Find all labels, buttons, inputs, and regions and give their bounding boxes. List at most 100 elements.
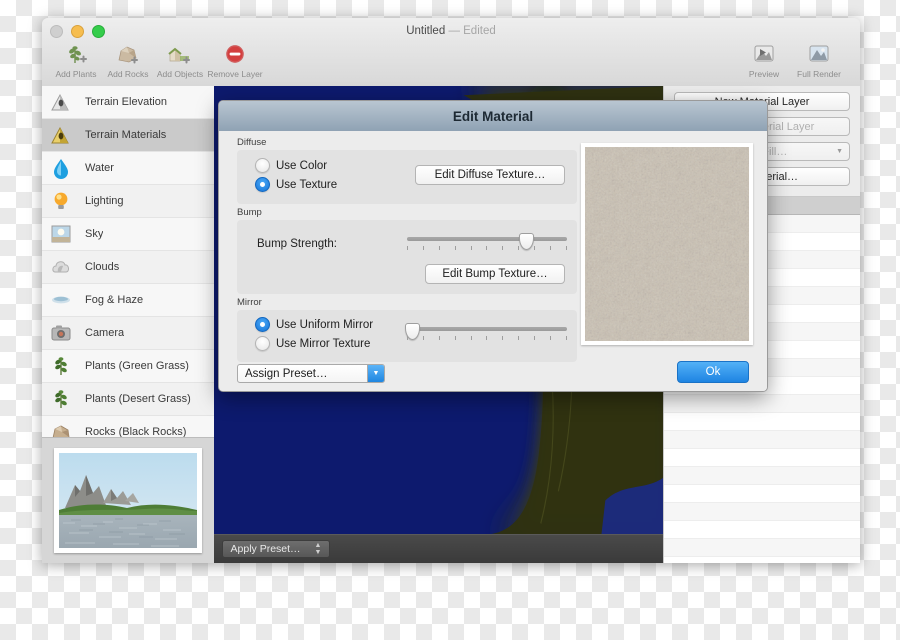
- sidebar-item-label: Water: [85, 162, 114, 174]
- toolbar-preview-label: Preview: [748, 69, 780, 79]
- sidebar-item-label: Lighting: [85, 195, 124, 207]
- toolbar-add-objects[interactable]: Add Objects: [154, 40, 206, 79]
- list-item[interactable]: [664, 395, 860, 413]
- assign-preset-label: Assign Preset…: [245, 367, 328, 380]
- lightbulb-icon: [50, 190, 76, 212]
- sidebar-item-label: Sky: [85, 228, 104, 240]
- apply-preset-popup[interactable]: Apply Preset… ▲ ▼: [222, 540, 330, 558]
- slider-ticks: [407, 246, 567, 250]
- sidebar-item-label: Clouds: [85, 261, 120, 273]
- terrain-elevation-icon: [50, 91, 76, 113]
- use-mirror-texture-radio-row[interactable]: Use Mirror Texture: [255, 336, 373, 351]
- radio-on-icon[interactable]: [255, 177, 270, 192]
- use-color-label: Use Color: [276, 159, 328, 172]
- sidebar-item-sky[interactable]: Sky: [42, 218, 214, 251]
- toolbar-preview[interactable]: Preview: [738, 40, 790, 79]
- list-item[interactable]: [664, 557, 860, 563]
- radio-off-icon[interactable]: [255, 158, 270, 173]
- list-item[interactable]: [664, 431, 860, 449]
- chevron-updown-icon: ▲ ▼: [314, 542, 322, 556]
- sidebar-item-clouds[interactable]: Clouds: [42, 251, 214, 284]
- scene-thumbnail-well: [42, 437, 214, 563]
- sidebar-item-label: Terrain Materials: [85, 129, 167, 141]
- edit-bump-texture-button[interactable]: Edit Bump Texture…: [425, 264, 565, 284]
- edit-diffuse-texture-button[interactable]: Edit Diffuse Texture…: [415, 165, 565, 185]
- toolbar-right: Preview Full Render: [738, 40, 848, 79]
- sidebar-item-label: Plants (Green Grass): [85, 360, 189, 372]
- edit-material-dialog: Edit Material Diffuse Use Color Use Text…: [218, 100, 768, 392]
- application-window: Untitled — Edited Add Plants Add Rocks A…: [42, 18, 860, 563]
- assign-preset-popup[interactable]: Assign Preset… ▼: [237, 364, 385, 383]
- edit-diffuse-texture-label: Edit Diffuse Texture…: [434, 169, 546, 181]
- list-item[interactable]: [664, 521, 860, 539]
- toolbar-add-rocks[interactable]: Add Rocks: [102, 40, 154, 79]
- bump-strength-slider[interactable]: [407, 232, 567, 254]
- slider-track: [407, 237, 567, 241]
- plant-icon: [50, 388, 76, 410]
- sidebar-item-terrain-materials[interactable]: Terrain Materials: [42, 119, 214, 152]
- dialog-footer: Assign Preset… ▼ Ok: [219, 357, 767, 391]
- viewport-bottom-bar: Apply Preset… ▲ ▼: [214, 534, 664, 563]
- slider-track: [407, 327, 567, 331]
- list-item[interactable]: [664, 449, 860, 467]
- bump-group: Bump Bump Strength: Edit Bump Texture…: [237, 207, 577, 294]
- window-title-text: Untitled: [406, 25, 446, 37]
- object-plus-icon: [154, 40, 206, 66]
- sidebar-item-label: Terrain Elevation: [85, 96, 167, 108]
- slider-ticks: [407, 336, 567, 340]
- dialog-title: Edit Material: [219, 101, 767, 132]
- radio-off-icon[interactable]: [255, 336, 270, 351]
- use-color-radio-row[interactable]: Use Color: [255, 158, 337, 173]
- use-texture-label: Use Texture: [276, 178, 338, 191]
- cloud-icon: [50, 256, 76, 278]
- remove-layer-icon: [206, 40, 264, 66]
- plant-plus-icon: [50, 40, 102, 66]
- mirror-group-label: Mirror: [237, 297, 262, 308]
- list-item[interactable]: [664, 413, 860, 431]
- list-item[interactable]: [664, 467, 860, 485]
- sidebar-item-plants-desert-grass[interactable]: Plants (Desert Grass): [42, 383, 214, 416]
- sidebar-item-fog-haze[interactable]: Fog & Haze: [42, 284, 214, 317]
- bump-group-box: Bump Strength: Edit Bump Texture…: [237, 220, 577, 294]
- full-render-icon: [790, 40, 848, 66]
- use-uniform-mirror-label: Use Uniform Mirror: [276, 318, 374, 331]
- sidebar-item-lighting[interactable]: Lighting: [42, 185, 214, 218]
- use-uniform-mirror-radio-row[interactable]: Use Uniform Mirror: [255, 317, 373, 332]
- camera-icon: [50, 322, 76, 344]
- mirror-group-box: Use Uniform Mirror Use Mirror Texture: [237, 310, 577, 362]
- sidebar-item-camera[interactable]: Camera: [42, 317, 214, 350]
- list-item[interactable]: [664, 485, 860, 503]
- ok-button-label: Ok: [705, 366, 721, 378]
- diffuse-texture-preview: [581, 143, 753, 345]
- chevron-down-icon: ▼: [836, 148, 843, 155]
- terrain-materials-icon: [50, 124, 76, 146]
- window-title-state: Edited: [463, 25, 496, 37]
- toolbar-full-render[interactable]: Full Render: [790, 40, 848, 79]
- diffuse-group-box: Use Color Use Texture Edit Diffuse Textu…: [237, 150, 577, 204]
- sidebar-item-label: Camera: [85, 327, 125, 339]
- use-mirror-texture-label: Use Mirror Texture: [276, 337, 371, 350]
- bump-strength-label: Bump Strength:: [257, 238, 337, 250]
- list-item[interactable]: [664, 539, 860, 557]
- window-title: Untitled — Edited: [42, 25, 860, 37]
- toolbar-remove-layer[interactable]: Remove Layer: [206, 40, 264, 79]
- window-titlebar: Untitled — Edited Add Plants Add Rocks A…: [42, 18, 860, 87]
- sidebar-item-terrain-elevation[interactable]: Terrain Elevation: [42, 86, 214, 119]
- ok-button[interactable]: Ok: [677, 361, 749, 383]
- mirror-amount-slider[interactable]: [405, 322, 567, 344]
- sidebar-item-water[interactable]: Water: [42, 152, 214, 185]
- edit-bump-texture-label: Edit Bump Texture…: [442, 268, 548, 280]
- sky-icon: [50, 223, 76, 245]
- plant-icon: [50, 355, 76, 377]
- radio-on-icon[interactable]: [255, 317, 270, 332]
- water-drop-icon: [50, 157, 76, 179]
- sidebar-item-plants-green-grass[interactable]: Plants (Green Grass): [42, 350, 214, 383]
- diffuse-group-label: Diffuse: [237, 137, 267, 148]
- chevron-down-icon[interactable]: ▼: [367, 365, 384, 382]
- toolbar-add-plants[interactable]: Add Plants: [50, 40, 102, 79]
- layers-sidebar: Terrain Elevation Terrain Materials Wate…: [42, 86, 215, 563]
- use-texture-radio-row[interactable]: Use Texture: [255, 177, 337, 192]
- scene-preview-thumbnail[interactable]: [54, 448, 202, 553]
- diffuse-group: Diffuse Use Color Use Texture Edit Diffu…: [237, 137, 577, 204]
- list-item[interactable]: [664, 503, 860, 521]
